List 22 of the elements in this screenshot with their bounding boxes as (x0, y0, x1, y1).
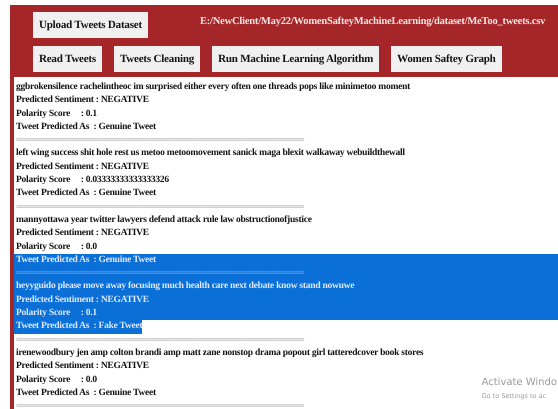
output-line: Tweet Predicted As : Genuine Tweet (15, 120, 156, 134)
action-button[interactable]: Run Machine Learning Algorithm (212, 46, 380, 72)
output-line: left wing success shit hole rest us metoo metoomovement sanick maga blexit walkaway webuildthewall (15, 147, 405, 160)
upload-button[interactable]: Upload Tweets Dataset (33, 12, 148, 38)
output-line: ggbrokensilence rachelintheoc im surprised either every often one threads pops like minimetoo moment (15, 81, 410, 94)
file-path-label: E:/NewClient/May22/WomenSafteyMachineLearning/dataset/MeToo_tweets.csv (200, 16, 546, 26)
output-line: Tweet Predicted As : Genuine Tweet (15, 386, 156, 400)
output-line: irenewoodbury jen amp colton brandi amp matt zane nonstop drama popout girl tatteredcover book stores (15, 346, 424, 360)
output-line: Polarity Score : 0.0 (15, 240, 97, 254)
output-line: Predicted Sentiment : NEGATIVE (15, 94, 149, 108)
output-line: Polarity Score : 0.03333333333333326 (15, 174, 169, 188)
output-line: Predicted Sentiment : NEGATIVE (15, 227, 149, 240)
output-line: Predicted Sentiment : NEGATIVE (15, 160, 149, 174)
output-line: mannyottawa year twitter lawyers defend attack rule law obstructionofjustice (15, 214, 312, 227)
activation-title: Activate Windo (482, 377, 557, 388)
action-button[interactable]: Tweets Cleaning (114, 46, 200, 72)
output-line: Tweet Predicted As : Genuine Tweet (15, 187, 156, 200)
output-line: Predicted Sentiment : NEGATIVE (15, 360, 149, 374)
action-button[interactable]: Read Tweets (33, 46, 102, 72)
action-button[interactable]: Women Saftey Graph (391, 46, 502, 72)
output-line: Polarity Score : 0.0 (15, 374, 97, 387)
output-line: Polarity Score : 0.1 (15, 108, 97, 121)
